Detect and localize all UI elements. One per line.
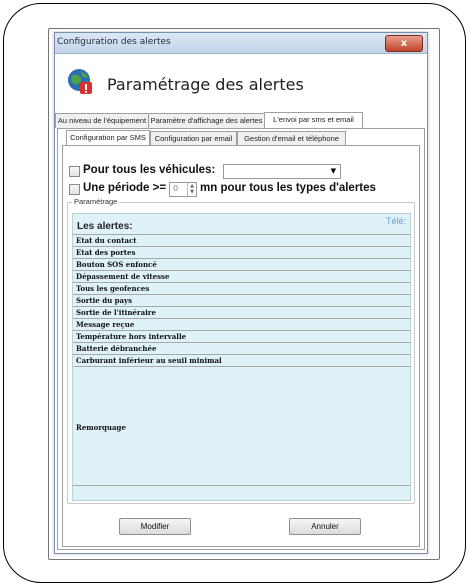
alert-label: Bouton SOS enfoncé bbox=[76, 260, 157, 269]
dialog-window: Configuration des alertes x Paramétrage … bbox=[54, 32, 428, 554]
sms-config-panel: Pour tous les véhicules: ▼ Une période >… bbox=[62, 145, 420, 547]
stepper-arrows-icon[interactable]: ▲ ▼ bbox=[187, 183, 196, 196]
alert-row[interactable]: Sortie du pays bbox=[73, 294, 410, 306]
tab-equipment[interactable]: Au niveau de l'équipement bbox=[55, 113, 149, 128]
chevron-down-icon: ▼ bbox=[330, 167, 336, 175]
alert-row[interactable]: Message reçue bbox=[73, 318, 410, 330]
period-suffix-label: mn pour tous les types d'alertes bbox=[200, 182, 376, 194]
alert-label: Dépassement de vitesse bbox=[76, 272, 170, 281]
alert-row[interactable]: Sortie de l'itinéraire bbox=[73, 306, 410, 318]
close-button[interactable]: x bbox=[385, 35, 423, 52]
page-title: Paramétrage des alertes bbox=[107, 75, 304, 94]
alerts-grid: Les alertes: Télé: Etat du contact Etat … bbox=[72, 213, 411, 501]
alert-label: Sortie de l'itinéraire bbox=[76, 308, 156, 317]
alert-row[interactable]: Etat des portes bbox=[73, 246, 410, 258]
alert-label: Remorquage bbox=[76, 423, 126, 432]
cancel-button[interactable]: Annuler bbox=[289, 518, 361, 535]
alert-row[interactable]: Batterie débranchée bbox=[73, 342, 410, 354]
period-checkbox[interactable] bbox=[69, 184, 80, 195]
alert-label: Message reçue bbox=[76, 320, 135, 329]
alert-row[interactable]: Remorquage bbox=[73, 366, 410, 486]
alert-row[interactable]: Carburant inférieur au seuil minimal bbox=[73, 354, 410, 366]
alert-label: Etat du contact bbox=[76, 236, 137, 245]
main-tabs: Au niveau de l'équipement Paramètre d'af… bbox=[55, 112, 427, 128]
all-vehicles-label: Pour tous les véhicules: bbox=[83, 164, 216, 176]
tab-email-phone-management[interactable]: Gestion d'email et téléphone bbox=[237, 131, 346, 146]
alert-row[interactable]: Etat du contact bbox=[73, 234, 410, 246]
tab-email-config[interactable]: Configuration par email bbox=[150, 131, 237, 146]
alert-label: Sortie du pays bbox=[76, 296, 133, 305]
title-bar: Configuration des alertes x bbox=[55, 33, 427, 54]
alerts-header: Les alertes: bbox=[77, 221, 133, 232]
all-vehicles-checkbox[interactable] bbox=[69, 166, 80, 177]
modify-button[interactable]: Modifier bbox=[119, 518, 191, 535]
period-stepper[interactable]: 0 ▲ ▼ bbox=[169, 182, 197, 197]
tab-display-settings[interactable]: Paramètre d'affichage des alertes bbox=[148, 113, 265, 128]
vehicle-select[interactable]: ▼ bbox=[223, 164, 341, 179]
alert-label: Carburant inférieur au seuil minimal bbox=[76, 356, 222, 365]
phone-column-header: Télé: bbox=[385, 216, 406, 226]
grid-header: Les alertes: Télé: bbox=[73, 214, 410, 234]
alert-label: Batterie débranchée bbox=[76, 344, 157, 353]
alert-label: Tous les geofences bbox=[76, 284, 150, 293]
globe-warning-icon bbox=[68, 69, 92, 94]
period-label: Une période >= bbox=[83, 182, 167, 194]
settings-group: Paramétrage Les alertes: Télé: Etat du c… bbox=[67, 197, 415, 504]
tab-panel-sms-email: Configuration par SMS Configuration par … bbox=[57, 128, 425, 550]
window-title: Configuration des alertes bbox=[57, 37, 171, 47]
alert-row[interactable]: Dépassement de vitesse bbox=[73, 270, 410, 282]
tab-sms-email[interactable]: L'envoi par sms et email bbox=[264, 112, 363, 128]
period-value: 0 bbox=[173, 184, 179, 193]
tab-sms-config[interactable]: Configuration par SMS bbox=[66, 130, 150, 146]
alert-row[interactable]: Tous les geofences bbox=[73, 282, 410, 294]
alert-row[interactable]: Température hors intervalle bbox=[73, 330, 410, 342]
alert-label: Etat des portes bbox=[76, 248, 136, 257]
settings-legend: Paramétrage bbox=[72, 197, 120, 206]
alert-row[interactable]: Bouton SOS enfoncé bbox=[73, 258, 410, 270]
alert-label: Température hors intervalle bbox=[76, 332, 187, 341]
